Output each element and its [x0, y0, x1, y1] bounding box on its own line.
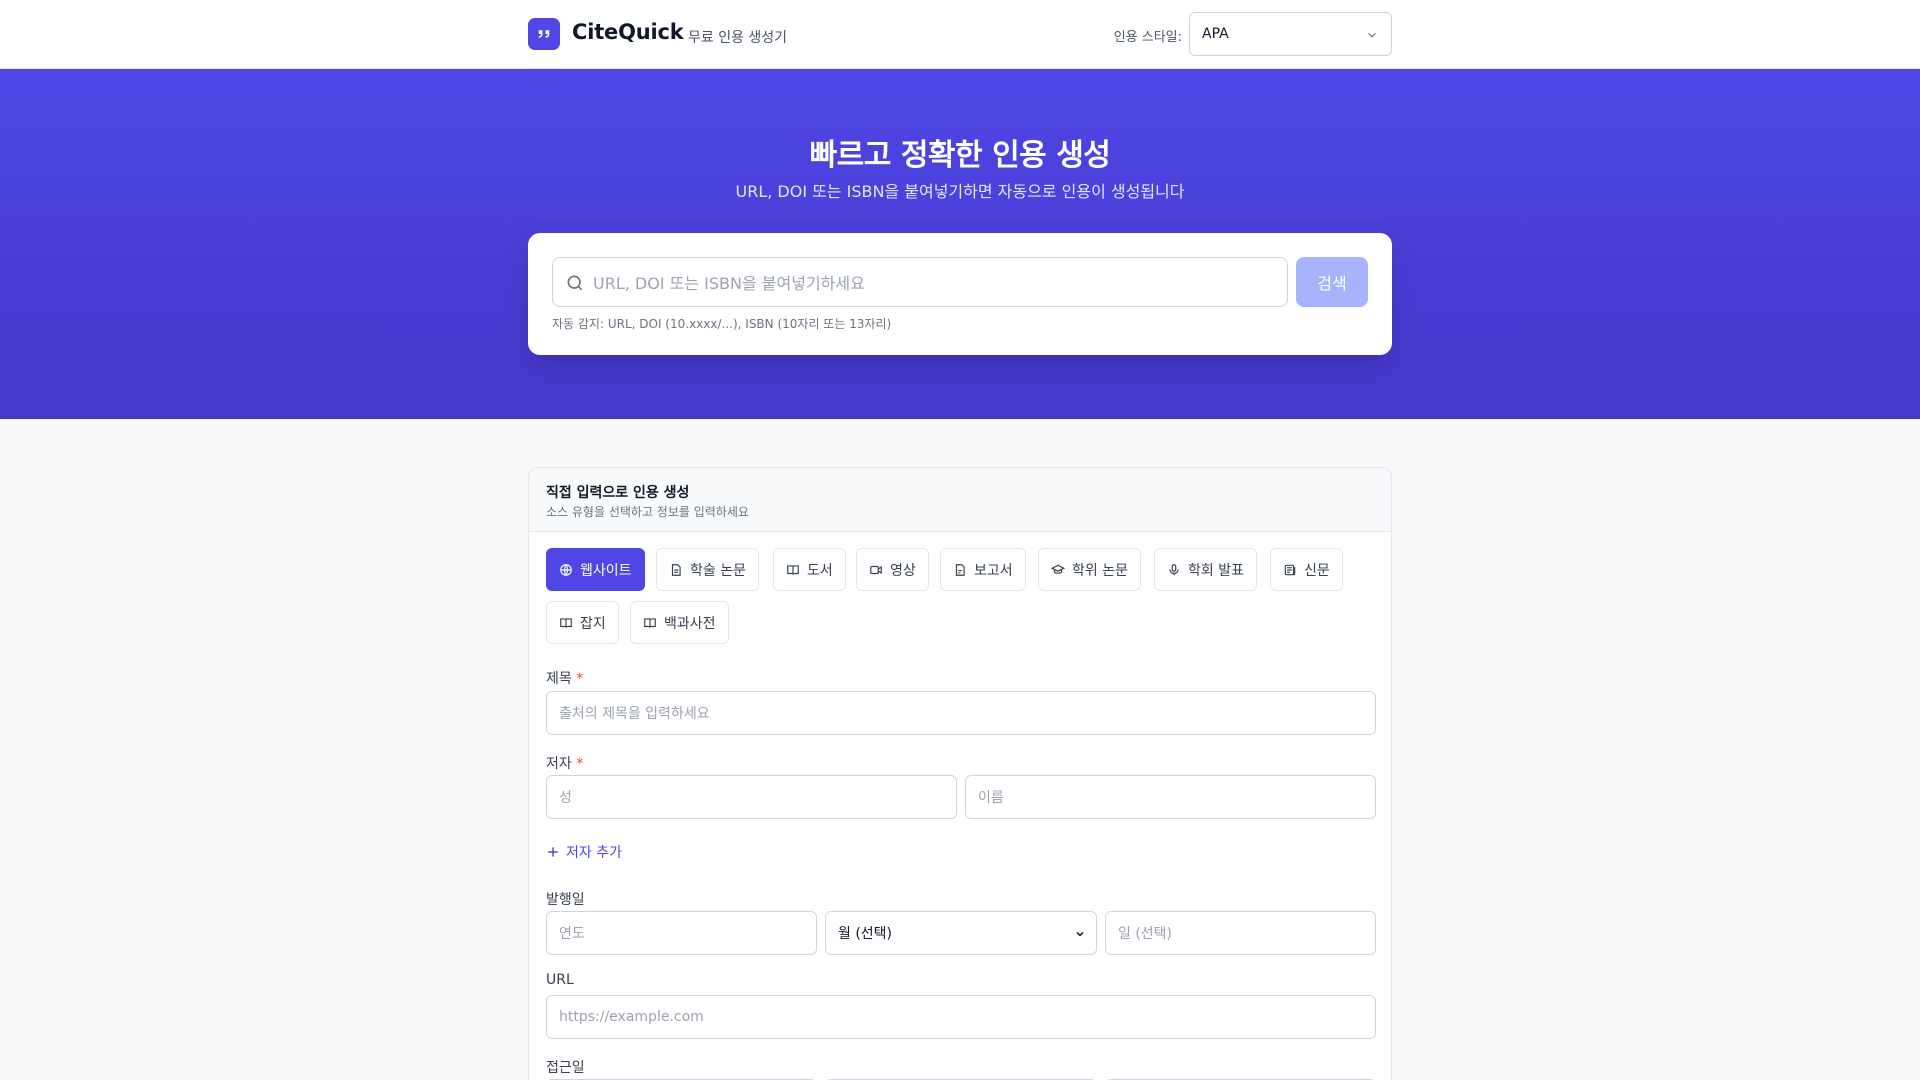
citation-style-label: 인용 스타일: — [1113, 30, 1182, 45]
add-author-label: 저자 추가 — [566, 845, 622, 861]
source-type-website[interactable]: 웹사이트 — [546, 548, 645, 591]
citation-style-value: APA — [1202, 26, 1229, 42]
url-label: URL — [546, 972, 574, 988]
source-type-label: 잡지 — [580, 615, 606, 632]
required-mark: * — [576, 756, 584, 772]
manual-entry-title: 직접 입력으로 인용 생성 — [546, 485, 690, 501]
video-icon — [870, 565, 882, 574]
year-placeholder: 연도 — [559, 926, 585, 942]
brand-tagline: 무료 인용 생성기 — [688, 30, 788, 46]
source-type-label: 보고서 — [974, 562, 1013, 579]
source-type-label: 학술 논문 — [690, 562, 746, 579]
newspaper-icon — [1284, 564, 1296, 575]
title-label: 제목 * — [546, 668, 583, 688]
title-label-text: 제목 — [546, 671, 572, 687]
plus-icon — [548, 847, 558, 857]
month-select-value: 월 (선택) — [838, 926, 893, 942]
chevron-down-icon — [1076, 931, 1084, 937]
author-last-name-input[interactable]: 성 — [546, 775, 957, 819]
author-label: 저자 * — [546, 753, 583, 773]
source-type-label: 학위 논문 — [1072, 562, 1128, 579]
book-open-icon — [644, 617, 656, 628]
add-author-button[interactable]: 저자 추가 — [546, 842, 622, 862]
graduation-cap-icon — [1051, 564, 1065, 574]
manual-entry-header: 직접 입력으로 인용 생성 소스 유형을 선택하고 정보를 입력하세요 — [529, 468, 1391, 532]
source-type-report[interactable]: 보고서 — [940, 548, 1026, 591]
book-icon — [787, 564, 799, 575]
author-label-text: 저자 — [546, 756, 572, 772]
month-select[interactable]: 월 (선택) — [825, 911, 1097, 955]
title-input[interactable]: 출처의 제목을 입력하세요 — [546, 691, 1376, 735]
manual-entry-card: 직접 입력으로 인용 생성 소스 유형을 선택하고 정보를 입력하세요 웹사이트… — [528, 467, 1392, 1080]
source-type-thesis[interactable]: 학위 논문 — [1038, 548, 1141, 591]
search-button[interactable]: 검색 — [1296, 257, 1368, 307]
source-type-conference[interactable]: 학회 발표 — [1154, 548, 1257, 591]
title-placeholder: 출처의 제목을 입력하세요 — [559, 706, 710, 722]
publication-date-label: 발행일 — [546, 892, 585, 908]
report-icon — [955, 563, 965, 576]
brand-name[interactable]: CiteQuick — [572, 20, 684, 44]
source-type-video[interactable]: 영상 — [856, 548, 929, 591]
search-input[interactable]: URL, DOI 또는 ISBN을 붙여넣기하세요 — [552, 257, 1288, 307]
top-header: CiteQuick 무료 인용 생성기 인용 스타일: APA — [0, 0, 1920, 69]
search-placeholder: URL, DOI 또는 ISBN을 붙여넣기하세요 — [593, 274, 865, 293]
source-type-label: 신문 — [1304, 562, 1330, 579]
source-type-label: 영상 — [890, 562, 916, 579]
search-icon — [567, 275, 583, 291]
source-type-label: 웹사이트 — [580, 562, 632, 579]
source-type-newspaper[interactable]: 신문 — [1270, 548, 1343, 591]
quote-logo-icon[interactable] — [528, 18, 560, 50]
year-input[interactable]: 연도 — [546, 911, 817, 955]
manual-entry-subtitle: 소스 유형을 선택하고 정보를 입력하세요 — [546, 505, 749, 519]
source-type-book[interactable]: 도서 — [773, 548, 846, 591]
url-input[interactable]: https://example.com — [546, 995, 1376, 1039]
citation-style-select[interactable]: APA — [1189, 12, 1392, 56]
author-first-name-input[interactable]: 이름 — [965, 775, 1376, 819]
search-hint: 자동 감지: URL, DOI (10.xxxx/...), ISBN (10자… — [552, 317, 892, 331]
day-input[interactable]: 일 (선택) — [1105, 911, 1376, 955]
globe-icon — [560, 563, 572, 576]
document-icon — [671, 563, 681, 576]
required-mark: * — [576, 671, 584, 687]
source-type-journal[interactable]: 학술 논문 — [656, 548, 759, 591]
source-type-label: 학회 발표 — [1188, 562, 1244, 579]
source-type-encyclopedia[interactable]: 백과사전 — [630, 601, 729, 644]
microphone-icon — [1169, 563, 1179, 575]
book-open-icon — [560, 617, 572, 628]
hero-subtitle: URL, DOI 또는 ISBN을 붙여넣기하면 자동으로 인용이 생성됩니다 — [735, 182, 1185, 201]
chevron-down-icon — [1368, 32, 1376, 38]
header-inner: CiteQuick 무료 인용 생성기 인용 스타일: APA — [528, 0, 1392, 69]
first-name-placeholder: 이름 — [978, 790, 1004, 806]
source-type-label: 도서 — [807, 562, 833, 579]
hero-title: 빠르고 정확한 인용 생성 — [809, 138, 1111, 173]
day-placeholder: 일 (선택) — [1118, 926, 1173, 942]
url-placeholder: https://example.com — [559, 1009, 704, 1025]
access-date-label: 접근일 — [546, 1060, 585, 1076]
last-name-placeholder: 성 — [559, 790, 572, 806]
source-type-magazine[interactable]: 잡지 — [546, 601, 619, 644]
search-card: URL, DOI 또는 ISBN을 붙여넣기하세요 검색 자동 감지: URL,… — [528, 233, 1392, 355]
source-type-label: 백과사전 — [664, 615, 716, 632]
